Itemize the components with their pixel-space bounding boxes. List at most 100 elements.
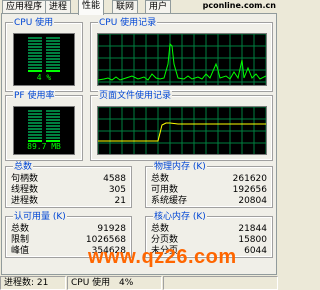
row-value: 261620: [232, 174, 267, 184]
tab-applications[interactable]: 应用程序: [2, 0, 47, 14]
table-row: 总数 21844: [147, 224, 271, 234]
table-row: 分页数 15800: [147, 235, 271, 245]
meter-segment: [46, 55, 60, 57]
row-value: 6044: [244, 246, 267, 256]
totals-label: 总数: [13, 162, 34, 172]
row-value: 192656: [232, 185, 267, 195]
meter-segment: [46, 134, 60, 136]
pf-history-graph: [97, 106, 267, 155]
meter-segment: [46, 116, 60, 118]
table-row: 句柄数 4588: [7, 174, 130, 184]
meter-segment: [46, 113, 60, 115]
pf-usage-panel: PF 使用率 89.7 MB: [5, 91, 83, 161]
pf-history-chart: [98, 107, 266, 154]
meter-segment: [46, 43, 60, 45]
meter-segment: [28, 70, 42, 72]
row-value: 91928: [97, 224, 126, 234]
meter-segment: [28, 64, 42, 66]
status-cpu-label: CPU 使用: [71, 278, 111, 288]
cpu-history-chart: [98, 34, 266, 85]
row-value: 4588: [103, 174, 126, 184]
meter-segment: [28, 137, 42, 139]
row-key: 总数: [151, 224, 170, 234]
row-value: 20804: [238, 196, 267, 206]
meter-segment: [28, 125, 42, 127]
meter-segment: [28, 131, 42, 133]
meter-segment: [28, 55, 42, 57]
meter-segment: [28, 46, 42, 48]
row-key: 限制: [11, 235, 30, 245]
tab-processes[interactable]: 进程: [45, 0, 72, 14]
totals-panel: 总数 句柄数 4588 线程数 305 进程数 21: [5, 162, 132, 208]
row-key: 系统缓存: [151, 196, 188, 206]
watermark-top: pconline.com.cn: [202, 1, 276, 10]
table-row: 系统缓存 20804: [147, 196, 271, 206]
meter-segment: [46, 122, 60, 124]
kernel-memory-label: 核心内存 (K): [153, 212, 207, 222]
row-key: 总数: [11, 224, 30, 234]
meter-segment: [28, 119, 42, 121]
status-cpu-usage: CPU 使用 4%: [67, 276, 162, 290]
meter-segment: [46, 125, 60, 127]
pf-history-panel: 页面文件使用记录: [90, 91, 273, 161]
meter-segment: [28, 128, 42, 130]
meter-segment: [46, 52, 60, 54]
meter-segment: [46, 58, 60, 60]
cpu-usage-label: CPU 使用: [13, 18, 55, 28]
tab-users[interactable]: 用户: [145, 0, 172, 14]
status-extra: [163, 276, 278, 290]
meter-segment: [46, 46, 60, 48]
tab-performance[interactable]: 性能: [78, 0, 105, 15]
meter-segment: [46, 64, 60, 66]
tab-strip: 应用程序 进程 性能 联网 用户 pconline.com.cn: [0, 0, 278, 15]
meter-segment: [28, 52, 42, 54]
row-value: 305: [108, 185, 126, 195]
meter-segment: [28, 122, 42, 124]
cpu-history-label: CPU 使用记录: [98, 18, 158, 28]
table-row: 总数 91928: [7, 224, 130, 234]
status-cpu-value: 4%: [119, 278, 134, 288]
table-row: 限制 1026568: [7, 235, 130, 245]
meter-segment: [46, 128, 60, 130]
row-key: 分页数: [151, 235, 179, 245]
row-value: 21: [114, 196, 126, 206]
physical-memory-label: 物理内存 (K): [153, 162, 207, 172]
meter-segment: [28, 49, 42, 51]
table-row: 可用数 192656: [147, 185, 271, 195]
row-key: 峰值: [11, 246, 30, 256]
meter-segment: [28, 113, 42, 115]
meter-segment: [46, 70, 60, 72]
status-processes: 进程数: 21: [0, 276, 66, 290]
meter-segment: [28, 37, 42, 39]
meter-segment: [28, 58, 42, 60]
tab-networking[interactable]: 联网: [112, 0, 139, 14]
table-row: 进程数 21: [7, 196, 130, 206]
row-key: 句柄数: [11, 174, 39, 184]
row-value: 21844: [238, 224, 267, 234]
table-row: 线程数 305: [7, 185, 130, 195]
row-key: 线程数: [11, 185, 39, 195]
meter-segment: [46, 49, 60, 51]
meter-segment: [46, 67, 60, 69]
meter-segment: [46, 40, 60, 42]
pf-usage-value: 89.7 MB: [27, 142, 61, 151]
meter-segment: [46, 131, 60, 133]
watermark-url: www.qz26.com: [88, 246, 237, 268]
meter-segment: [46, 110, 60, 112]
meter-segment: [28, 134, 42, 136]
meter-segment: [28, 40, 42, 42]
cpu-usage-panel: CPU 使用 4 %: [5, 18, 83, 92]
meter-segment: [46, 37, 60, 39]
meter-segment: [46, 61, 60, 63]
commit-charge-label: 认可用量 (K): [13, 212, 67, 222]
row-value: 15800: [238, 235, 267, 245]
row-value: 1026568: [85, 235, 126, 245]
meter-segment: [46, 119, 60, 121]
physical-memory-panel: 物理内存 (K) 总数 261620 可用数 192656 系统缓存 20804: [145, 162, 273, 208]
row-key: 进程数: [11, 196, 39, 206]
row-key: 总数: [151, 174, 170, 184]
table-row: 总数 261620: [147, 174, 271, 184]
row-key: 可用数: [151, 185, 179, 195]
pf-usage-meter: 89.7 MB: [13, 106, 75, 155]
meter-segment: [28, 116, 42, 118]
